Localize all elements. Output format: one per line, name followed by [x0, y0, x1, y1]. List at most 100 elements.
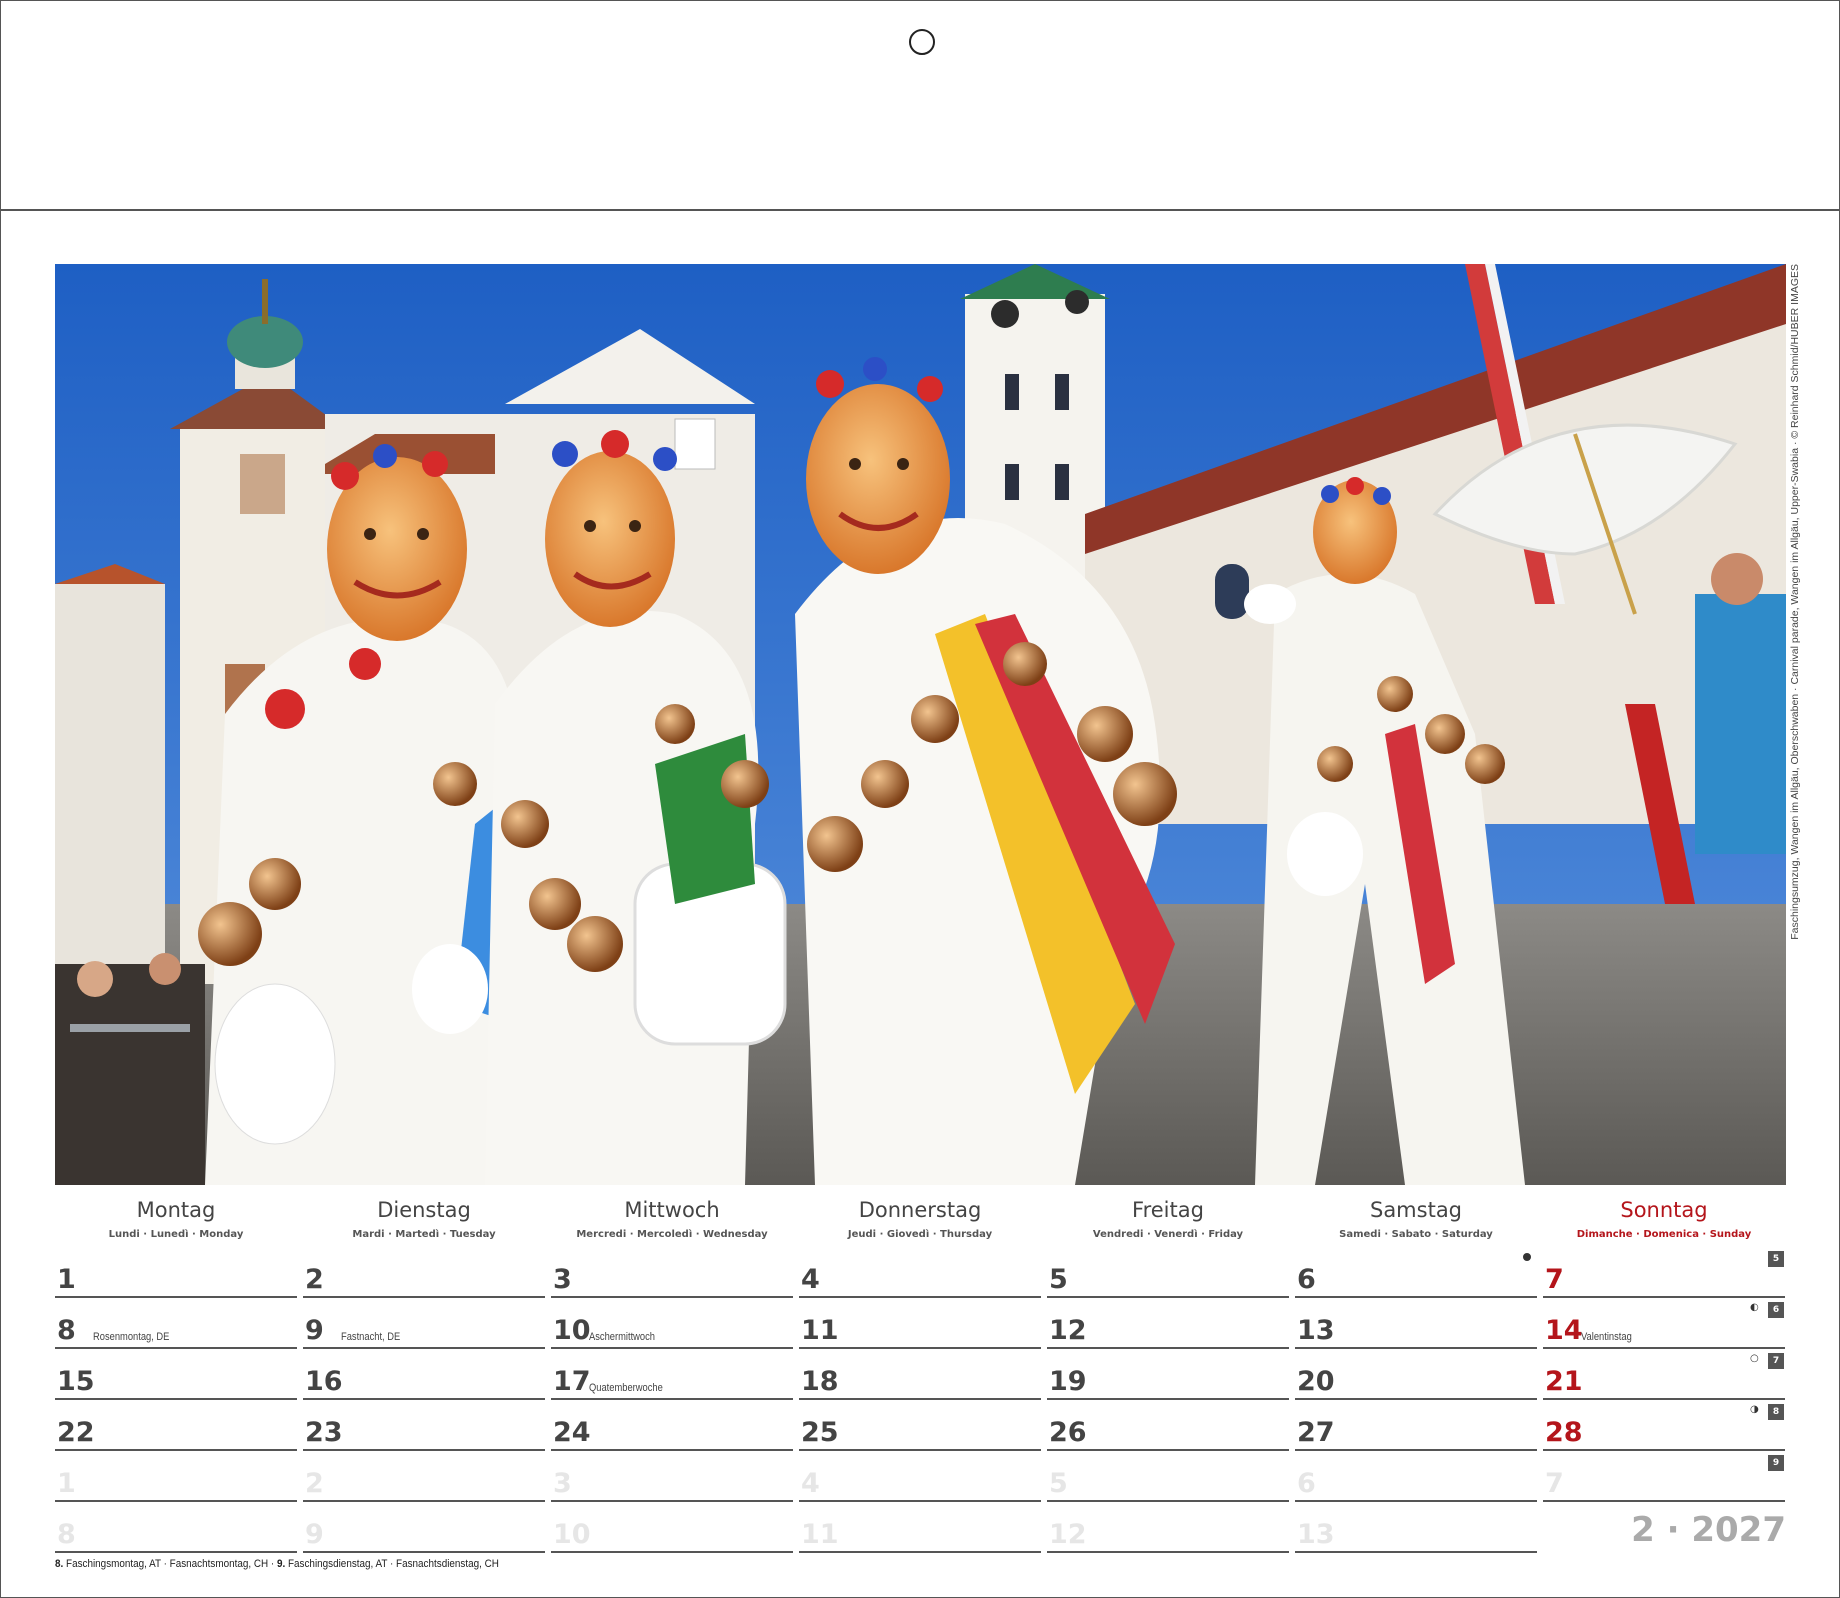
day-number: 21 [1545, 1366, 1583, 1397]
holiday-note: Aschermittwoch [589, 1331, 655, 1343]
last-quarter-moon-icon: ◑ [1750, 1404, 1759, 1415]
day-cell-next-month: 2 [303, 1452, 545, 1502]
day-cell: 9 Fastnacht, DE [303, 1299, 545, 1349]
carnival-photo [55, 264, 1786, 1185]
day-cell-next-month: 3 [551, 1452, 793, 1502]
weekday-header-monday: Montag Lundi · Lunedì · Monday [55, 1196, 297, 1240]
full-moon-icon: ○ [1750, 1353, 1759, 1364]
day-cell-next-month: 13 [1295, 1503, 1537, 1553]
day-cell-next-month: 1 [55, 1452, 297, 1502]
weekday-translations: Lundi · Lunedì · Monday [108, 1229, 244, 1240]
weekday-translations: Vendredi · Venerdì · Friday [1092, 1229, 1244, 1240]
day-number: 6 [1297, 1468, 1316, 1499]
week-number-badge: 5 [1768, 1251, 1784, 1267]
day-cell: 5 [1047, 1248, 1289, 1298]
weekday-translations: Samedi · Sabato · Saturday [1339, 1229, 1493, 1240]
week-number-badge: 8 [1768, 1404, 1784, 1420]
weekday-name: Sonntag [1620, 1198, 1708, 1222]
holiday-note: Fastnacht, DE [341, 1331, 401, 1343]
day-cell: 11 [799, 1299, 1041, 1349]
day-cell: 6 [1295, 1248, 1537, 1298]
day-number: 13 [1297, 1519, 1335, 1550]
day-cell-next-month: 6 [1295, 1452, 1537, 1502]
weekday-translations: Mardi · Martedì · Tuesday [352, 1229, 496, 1240]
weekday-name: Freitag [1132, 1198, 1204, 1222]
week-number-badge: 9 [1768, 1455, 1784, 1471]
day-number: 1 [57, 1468, 76, 1499]
photo-credit: Faschingsumzug, Wangen im Allgäu, Obersc… [1789, 264, 1801, 940]
day-cell: 20 [1295, 1350, 1537, 1400]
weekday-name: Montag [136, 1198, 216, 1222]
day-cell: 18 [799, 1350, 1041, 1400]
day-cell: 22 [55, 1401, 297, 1451]
footer-note: Fasnachtsmontag, CH [169, 1558, 269, 1570]
weekday-translations: Jeudi · Giovedì · Thursday [847, 1229, 993, 1240]
day-cell-sunday: 21 [1543, 1350, 1785, 1400]
footer-note: Faschingsmontag, AT [63, 1558, 161, 1570]
day-cell-next-month: 7 [1543, 1452, 1785, 1502]
day-number: 26 [1049, 1417, 1087, 1448]
weekday-header-sunday: Sonntag Dimanche · Domenica · Sunday [1543, 1196, 1785, 1240]
day-number: 4 [801, 1468, 820, 1499]
day-number: 5 [1049, 1264, 1068, 1295]
day-cell: 23 [303, 1401, 545, 1451]
weekday-translations: Mercredi · Mercoledì · Wednesday [576, 1229, 768, 1240]
day-cell-sunday: 14 Valentinstag [1543, 1299, 1785, 1349]
day-number: 7 [1545, 1468, 1564, 1499]
day-number: 1 [57, 1264, 76, 1295]
day-cell: 19 [1047, 1350, 1289, 1400]
day-cell: 13 [1295, 1299, 1537, 1349]
weekday-header-saturday: Samstag Samedi · Sabato · Saturday [1295, 1196, 1537, 1240]
day-number: 16 [305, 1366, 343, 1397]
day-cell: 16 [303, 1350, 545, 1400]
footer-date-9: 9. [276, 1558, 286, 1570]
day-cell-next-month: 5 [1047, 1452, 1289, 1502]
first-quarter-moon-icon: ◐ [1750, 1302, 1759, 1313]
day-number: 20 [1297, 1366, 1335, 1397]
day-number: 14 [1545, 1315, 1583, 1346]
day-number: 10 [553, 1519, 591, 1550]
weekday-header-friday: Freitag Vendredi · Venerdì · Friday [1047, 1196, 1289, 1240]
weekday-name: Dienstag [377, 1198, 471, 1222]
holiday-note: Rosenmontag, DE [93, 1331, 170, 1343]
day-number: 23 [305, 1417, 343, 1448]
day-cell: 4 [799, 1248, 1041, 1298]
day-cell: 17 Quatemberwoche [551, 1350, 793, 1400]
new-moon-icon [1523, 1253, 1531, 1261]
day-cell: 25 [799, 1401, 1041, 1451]
day-cell: 15 [55, 1350, 297, 1400]
day-number: 3 [553, 1468, 572, 1499]
day-cell: 3 [551, 1248, 793, 1298]
holiday-note: Quatemberwoche [589, 1382, 663, 1394]
day-cell: 27 [1295, 1401, 1537, 1451]
holiday-note: Valentinstag [1581, 1331, 1632, 1343]
day-cell-next-month: 10 [551, 1503, 793, 1553]
day-cell-next-month: 4 [799, 1452, 1041, 1502]
footer-separator: · [268, 1558, 277, 1570]
day-cell-sunday: 28 [1543, 1401, 1785, 1451]
day-number: 6 [1297, 1264, 1316, 1295]
weekday-header-thursday: Donnerstag Jeudi · Giovedì · Thursday [799, 1196, 1041, 1240]
day-number: 28 [1545, 1417, 1583, 1448]
hanging-hole [909, 29, 935, 55]
day-number: 5 [1049, 1468, 1068, 1499]
day-number: 11 [801, 1315, 839, 1346]
day-number: 25 [801, 1417, 839, 1448]
day-number: 22 [57, 1417, 95, 1448]
day-number: 17 [553, 1366, 591, 1397]
day-number: 19 [1049, 1366, 1087, 1397]
day-number: 18 [801, 1366, 839, 1397]
day-number: 3 [553, 1264, 572, 1295]
footer-note: Fasnachtsdienstag, CH [396, 1558, 499, 1570]
day-number: 12 [1049, 1519, 1087, 1550]
weekday-name: Mittwoch [624, 1198, 720, 1222]
week-number-badge: 7 [1768, 1353, 1784, 1369]
day-number: 12 [1049, 1315, 1087, 1346]
day-cell: 24 [551, 1401, 793, 1451]
footer-note: Faschingsdienstag, AT [285, 1558, 388, 1570]
day-cell-next-month: 12 [1047, 1503, 1289, 1553]
week-number-badge: 6 [1768, 1302, 1784, 1318]
day-number: 8 [57, 1519, 76, 1550]
day-number: 8 [57, 1315, 76, 1346]
day-number: 11 [801, 1519, 839, 1550]
